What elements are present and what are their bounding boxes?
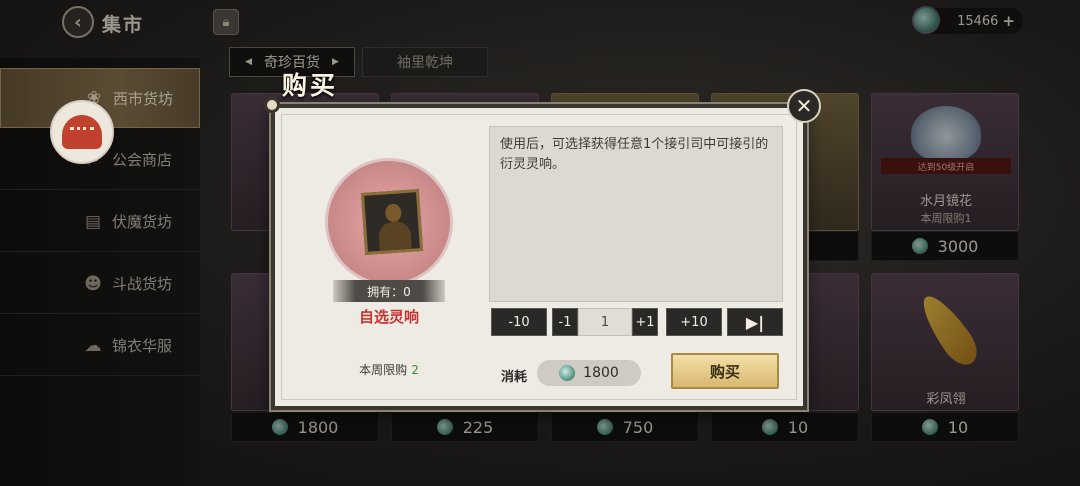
cost-value: 1800 xyxy=(583,365,619,381)
plus-one-button[interactable]: +1 xyxy=(632,308,658,336)
owned-count: 拥有：0 xyxy=(333,280,445,302)
close-icon[interactable]: ✕ xyxy=(787,89,821,123)
plus-ten-button[interactable]: +10 xyxy=(666,308,722,336)
max-quantity-button[interactable]: ▶| xyxy=(727,308,783,336)
floating-pouch-icon[interactable] xyxy=(50,100,114,164)
weekly-limit: 本周限购 2 xyxy=(315,361,463,378)
buy-button[interactable]: 购买 xyxy=(671,353,779,389)
weekly-limit-label: 本周限购 xyxy=(359,363,408,377)
purchase-dialog: 拥有：0 自选灵响 本周限购 2 使用后，可选择获得任意1个接引司中可接引的衍灵灵… xyxy=(271,104,807,410)
jade-gem-icon xyxy=(559,365,576,381)
cost-display: 1800 xyxy=(537,360,641,386)
dialog-title: 购买 xyxy=(282,71,339,100)
item-description: 使用后，可选择获得任意1个接引司中可接引的衍灵灵响。 xyxy=(489,126,783,302)
quantity-field[interactable]: 1 xyxy=(578,308,632,336)
pin-icon xyxy=(264,97,280,113)
item-name: 自选灵响 xyxy=(358,308,419,326)
minus-ten-button[interactable]: -10 xyxy=(491,308,547,336)
cost-label: 消耗 xyxy=(501,370,528,385)
minus-one-button[interactable]: -1 xyxy=(552,308,578,336)
portrait-icon xyxy=(360,189,424,255)
weekly-limit-value: 2 xyxy=(411,363,419,377)
item-preview xyxy=(325,158,453,286)
